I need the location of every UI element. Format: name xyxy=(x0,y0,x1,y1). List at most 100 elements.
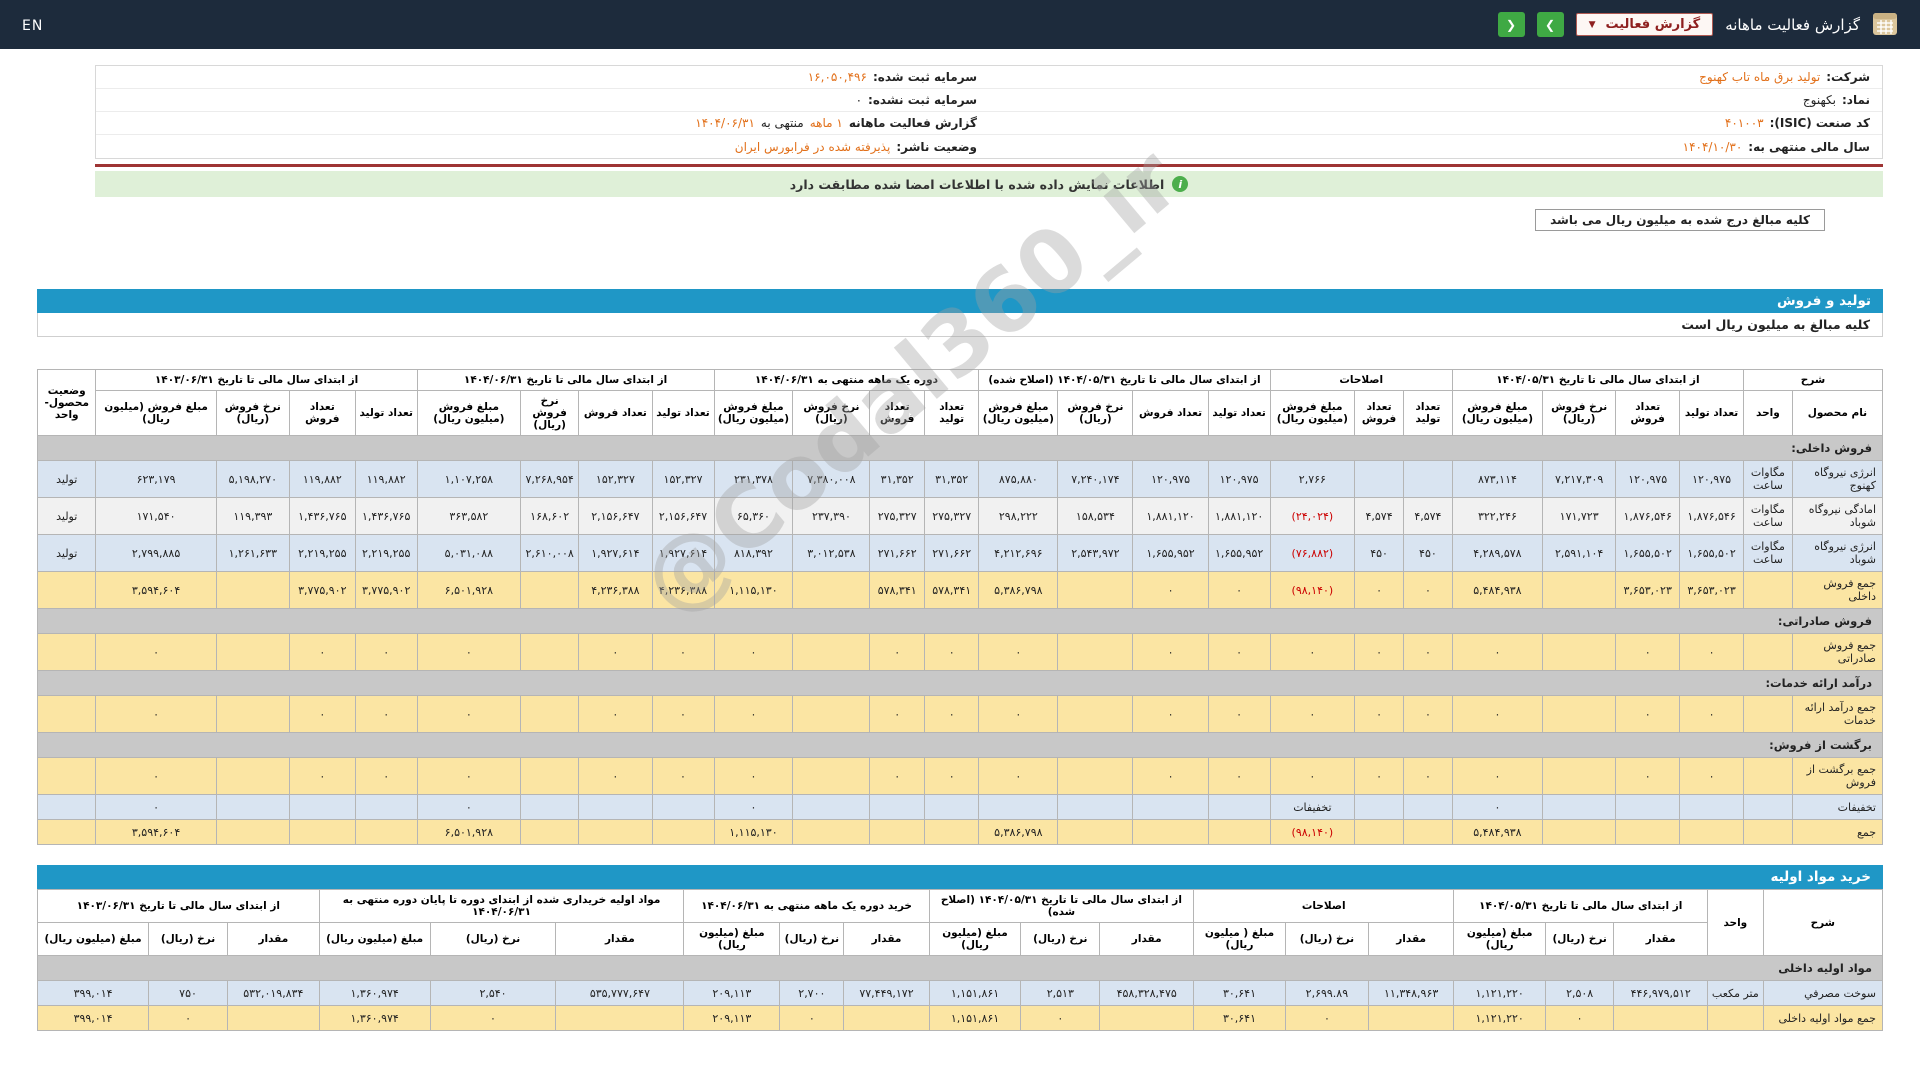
table-cell xyxy=(793,634,870,671)
table-cell: ۱۲۰,۹۷۵ xyxy=(1616,461,1680,498)
table-cell xyxy=(793,572,870,609)
table-cell: ۵۷۸,۳۴۱ xyxy=(870,572,924,609)
table-cell: ۱,۹۲۷,۶۱۴ xyxy=(652,535,714,572)
table-cell: ۰ xyxy=(1680,634,1744,671)
table-cell: ۰ xyxy=(652,758,714,795)
table-cell: ۰ xyxy=(1285,1006,1368,1031)
table-row: تخفیفات۰تخفیفات۰۰۰ xyxy=(38,795,1883,820)
table-cell: ۰ xyxy=(714,795,793,820)
table-cell xyxy=(1680,820,1744,845)
table-cell xyxy=(924,795,978,820)
table-cell: ۳,۷۷۵,۹۰۲ xyxy=(289,572,355,609)
table-row: امادگی نیروگاه شوبادمگاوات ساعت۱,۸۷۶,۵۴۶… xyxy=(38,498,1883,535)
column-header: تعداد تولید xyxy=(1680,391,1744,436)
spacer xyxy=(37,337,1883,369)
table-cell: ۲۷۱,۶۶۲ xyxy=(870,535,924,572)
table-cell: تولید xyxy=(38,535,96,572)
table-cell: ۷,۲۴۰,۱۷۴ xyxy=(1058,461,1133,498)
column-header: مقدار xyxy=(227,923,319,956)
table-cell: ۰ xyxy=(289,696,355,733)
language-toggle[interactable]: EN xyxy=(22,18,43,34)
table-cell: ۱۷۱,۵۴۰ xyxy=(96,498,216,535)
table-cell xyxy=(1133,795,1208,820)
table-cell xyxy=(1369,1006,1454,1031)
table-cell: ۳,۰۱۲,۵۳۸ xyxy=(793,535,870,572)
column-header: تعداد فروش xyxy=(289,391,355,436)
table-cell: جمع فروش صادراتی xyxy=(1792,634,1882,671)
column-group-header: از ابتدای سال مالی تا تاریخ ۱۴۰۴/۰۵/۳۱ xyxy=(1452,370,1743,391)
table-cell xyxy=(870,795,924,820)
table-cell: ۲,۶۹۹.۸۹ xyxy=(1285,981,1368,1006)
table-cell xyxy=(38,820,96,845)
table-cell: ۰ xyxy=(417,634,520,671)
info-value: ۴۰۱۰۰۳ xyxy=(1725,116,1764,130)
table-cell xyxy=(1543,820,1616,845)
table-cell: ۲,۶۱۰,۰۰۸ xyxy=(521,535,579,572)
column-header: نرخ (ریال) xyxy=(1285,923,1368,956)
column-group-header: مواد اولیه خریداری شده از ابتدای دوره تا… xyxy=(319,890,684,923)
table-cell xyxy=(289,795,355,820)
table-cell: ۲۹۸,۲۲۲ xyxy=(979,498,1058,535)
table-cell: ۴,۲۳۶,۳۸۸ xyxy=(579,572,652,609)
table-row: انرژی نیروگاه شوبادمگاوات ساعت۱,۶۵۵,۵۰۲۱… xyxy=(38,535,1883,572)
info-field: گزارش فعالیت ماهانه۱ ماههمنتهی به۱۴۰۴/۰۶… xyxy=(96,114,989,132)
table-cell: ۱۱۹,۸۸۲ xyxy=(355,461,417,498)
table-cell: ۰ xyxy=(714,758,793,795)
table-cell: ۴,۵۷۴ xyxy=(1403,498,1452,535)
table-cell: انرژی نیروگاه شوباد xyxy=(1792,535,1882,572)
report-type-dropdown[interactable]: گزارش فعالیت ▼ xyxy=(1576,13,1714,36)
table-cell: ۲۳۷,۳۹۰ xyxy=(793,498,870,535)
table-cell xyxy=(1543,572,1616,609)
table-cell: ۲,۵۱۳ xyxy=(1021,981,1100,1006)
table-cell: ۱,۸۸۱,۱۲۰ xyxy=(1208,498,1270,535)
info-value[interactable]: تولید برق ماه تاب کهنوج xyxy=(1699,70,1820,84)
table-cell: ۰ xyxy=(1452,634,1542,671)
info-label: سرمایه ثبت شده: xyxy=(873,70,977,84)
table-cell xyxy=(1743,634,1792,671)
next-report-button[interactable]: ❯ xyxy=(1537,12,1564,37)
table-cell: مگاوات ساعت xyxy=(1743,535,1792,572)
table-cell: ۰ xyxy=(1021,1006,1100,1031)
table-cell: سوخت مصرفي xyxy=(1763,981,1882,1006)
column-group-header: از ابتدای سال مالی تا تاریخ ۱۴۰۴/۰۵/۳۱ (… xyxy=(979,370,1270,391)
table-cell: ۰ xyxy=(652,696,714,733)
section-label: درآمد ارائه خدمات: xyxy=(38,671,1883,696)
table-cell: ۰ xyxy=(1133,758,1208,795)
info-label: سال مالی منتهی به: xyxy=(1748,140,1870,154)
table-cell: ۳۱,۳۵۲ xyxy=(870,461,924,498)
column-header: مبلغ (میلیون ریال) xyxy=(684,923,780,956)
table-cell: ۰ xyxy=(924,696,978,733)
table-cell xyxy=(216,758,289,795)
table-cell: مگاوات ساعت xyxy=(1743,498,1792,535)
table-cell: (۹۸,۱۴۰) xyxy=(1270,572,1355,609)
prev-report-button[interactable]: ❮ xyxy=(1498,12,1525,37)
table-cell: ۰ xyxy=(1355,758,1404,795)
table-cell: ۱,۸۷۶,۵۴۶ xyxy=(1680,498,1744,535)
table-cell: ۰ xyxy=(652,634,714,671)
info-value: ۱۴۰۴/۰۶/۳۱ xyxy=(695,116,755,130)
table-cell: ۳,۷۷۵,۹۰۲ xyxy=(355,572,417,609)
table-cell: ۳۶۳,۵۸۲ xyxy=(417,498,520,535)
info-value: منتهی به xyxy=(761,116,804,130)
table-cell: ۱,۳۶۰,۹۷۴ xyxy=(319,981,430,1006)
table-cell xyxy=(579,795,652,820)
table-cell: ۴,۲۳۶,۳۸۸ xyxy=(652,572,714,609)
table-cell xyxy=(1058,820,1133,845)
column-header: نرخ فروش (ریال) xyxy=(1543,391,1616,436)
info-field: وضعیت ناشر:پذیرفته شده در فرابورس ایران xyxy=(96,138,989,156)
column-group-header: اصلاحات xyxy=(1270,370,1452,391)
column-header: تعداد فروش xyxy=(1355,391,1404,436)
table-cell xyxy=(216,572,289,609)
table-cell: ۲,۲۱۹,۲۵۵ xyxy=(355,535,417,572)
column-header: تعداد تولید xyxy=(652,391,714,436)
table-cell: ۱,۱۰۷,۲۵۸ xyxy=(417,461,520,498)
table-cell: ۳۹۹,۰۱۴ xyxy=(38,981,149,1006)
table-cell: ۰ xyxy=(979,758,1058,795)
info-field: شرکت:تولید برق ماه تاب کهنوج xyxy=(989,68,1882,86)
table-cell: ۰ xyxy=(1355,696,1404,733)
table-cell xyxy=(1208,820,1270,845)
table-cell: ۰ xyxy=(1680,758,1744,795)
column-header: مبلغ فروش (میلیون ریال) xyxy=(1270,391,1355,436)
table-cell: ۰ xyxy=(417,696,520,733)
table-cell: ۱,۴۳۶,۷۶۵ xyxy=(355,498,417,535)
